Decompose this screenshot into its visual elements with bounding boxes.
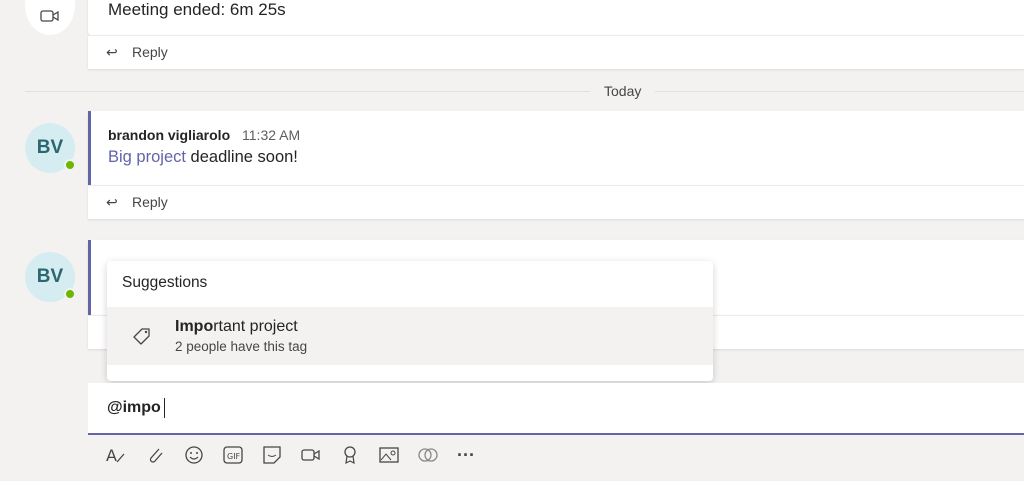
compose-input-text[interactable]: @impo	[107, 399, 161, 417]
tag-icon	[133, 328, 150, 345]
tag-mention[interactable]: Big project	[108, 148, 186, 166]
more-icon[interactable]: ···	[455, 444, 477, 466]
presence-available-icon	[64, 159, 76, 171]
suggestions-popup: Suggestions Important project 2 people h…	[107, 261, 713, 381]
reply-icon: ↩	[106, 44, 118, 60]
video-camera-icon	[40, 10, 59, 22]
compose-box[interactable]: @impo	[88, 383, 1024, 435]
presence-available-icon	[64, 288, 76, 300]
own-message-bar	[88, 240, 91, 315]
message-text: deadline soon!	[185, 148, 298, 166]
date-divider-label: Today	[590, 83, 656, 99]
text-cursor	[164, 398, 165, 418]
reply-button[interactable]: ↩ Reply	[88, 185, 1024, 219]
meeting-card: Meeting ended: 6m 25s	[88, 0, 1024, 35]
meeting-icon-circle	[25, 0, 75, 35]
attach-icon[interactable]	[144, 444, 166, 466]
reply-icon: ↩	[106, 194, 118, 210]
svg-text:GIF: GIF	[227, 452, 241, 461]
message-time: 11:32 AM	[242, 127, 301, 143]
suggestion-subtitle: 2 people have this tag	[175, 339, 308, 354]
image-icon[interactable]	[378, 444, 400, 466]
loop-icon[interactable]	[417, 444, 439, 466]
reply-label: Reply	[132, 194, 168, 210]
avatar-initials: BV	[36, 266, 64, 287]
svg-text:A: A	[106, 446, 117, 465]
format-icon[interactable]: A	[105, 444, 127, 466]
avatar[interactable]: BV	[25, 252, 76, 302]
meeting-ended-text: Meeting ended: 6m 25s	[108, 0, 286, 19]
own-message-bar	[88, 111, 91, 185]
reply-label: Reply	[132, 44, 168, 60]
sticker-icon[interactable]	[261, 444, 283, 466]
suggestion-item[interactable]: Important project 2 people have this tag	[107, 307, 713, 365]
gif-icon[interactable]: GIF	[222, 444, 244, 466]
date-divider-line	[25, 91, 1024, 92]
praise-icon[interactable]	[339, 444, 361, 466]
reply-button[interactable]: ↩ Reply	[88, 35, 1024, 69]
message-author: brandon vigliarolo	[108, 127, 231, 143]
emoji-icon[interactable]	[183, 444, 205, 466]
meet-now-icon[interactable]	[300, 444, 322, 466]
avatar-initials: BV	[36, 137, 64, 158]
suggestions-title: Suggestions	[122, 274, 208, 291]
message-card: brandon vigliarolo 11:32 AM Big project …	[88, 111, 1024, 185]
suggestion-rest: rtant project	[213, 318, 298, 335]
avatar[interactable]: BV	[25, 123, 76, 173]
suggestion-match: Impo	[175, 318, 214, 335]
